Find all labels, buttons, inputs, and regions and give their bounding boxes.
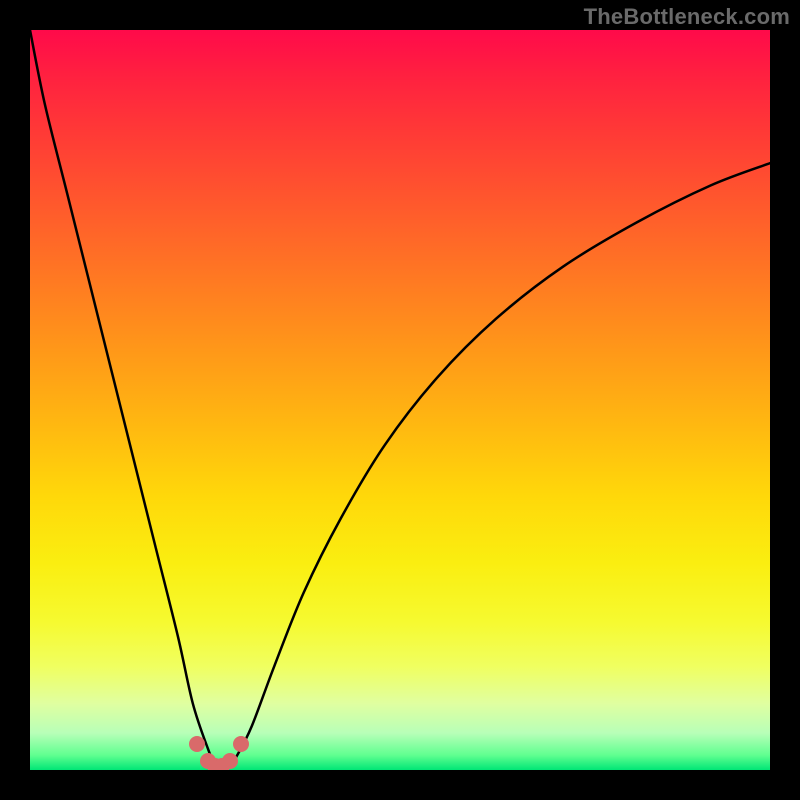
chart-frame: TheBottleneck.com [0, 0, 800, 800]
plot-area [30, 30, 770, 770]
highlight-marker [189, 736, 205, 752]
highlight-markers [30, 30, 770, 770]
highlight-marker [222, 753, 238, 769]
highlight-marker [233, 736, 249, 752]
watermark-text: TheBottleneck.com [584, 4, 790, 30]
